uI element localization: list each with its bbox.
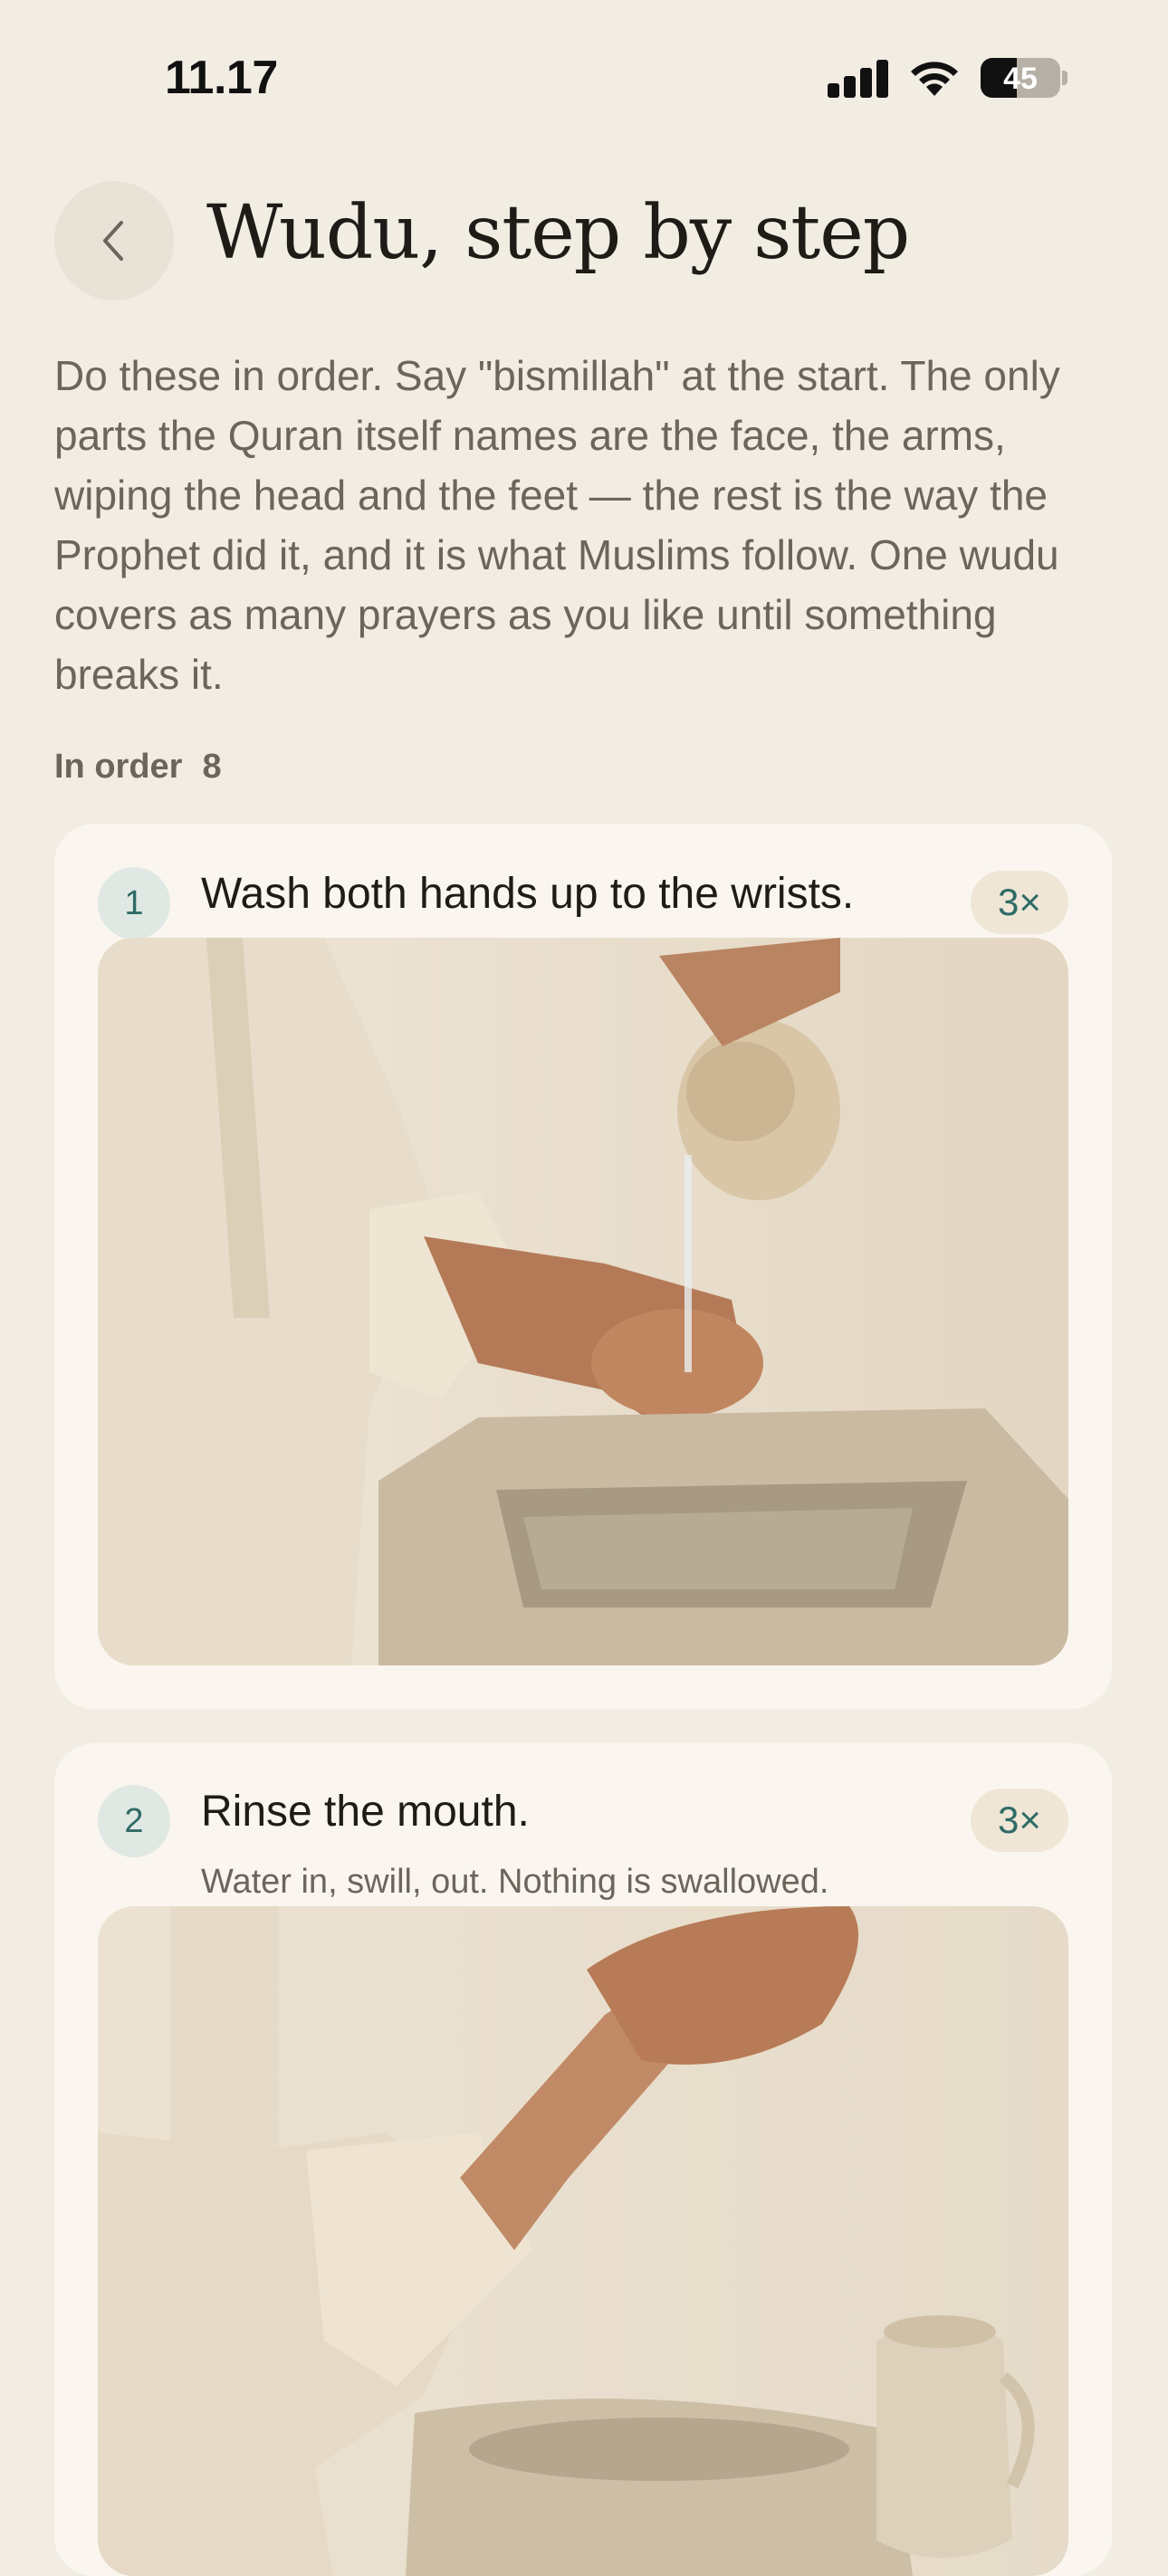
status-bar: 11.17 45 xyxy=(0,0,1168,154)
battery-percent: 45 xyxy=(1003,62,1038,96)
back-button[interactable] xyxy=(54,181,174,301)
battery-icon: 45 xyxy=(981,58,1060,98)
hands-washing-photo xyxy=(98,938,1068,1665)
battery-tip xyxy=(1062,71,1067,85)
step-card[interactable]: 1 Wash both hands up to the wrists. 3× xyxy=(54,824,1112,1709)
step-number-badge: 1 xyxy=(98,867,170,940)
wifi-icon xyxy=(911,62,958,96)
section-label: In order 8 xyxy=(54,748,222,787)
step-number-badge: 2 xyxy=(98,1785,170,1857)
step-title: Rinse the mouth. xyxy=(201,1788,530,1836)
status-time: 11.17 xyxy=(165,52,278,104)
cellular-signal-icon xyxy=(828,60,889,98)
repetitions-badge: 3× xyxy=(971,1789,1068,1852)
step-title: Wash both hands up to the wrists. xyxy=(201,870,855,918)
step-subtitle: Water in, swill, out. Nothing is swallow… xyxy=(201,1863,829,1901)
section-label-text: In order xyxy=(54,748,183,786)
section-count: 8 xyxy=(202,748,222,786)
intro-text: Do these in order. Say "bismillah" at th… xyxy=(54,352,1060,698)
page-title: Wudu, step by step xyxy=(206,190,910,276)
chevron-left-icon xyxy=(103,221,123,261)
cupped-hand-water-photo xyxy=(98,1906,1068,2576)
step-card[interactable]: 2 Rinse the mouth. Water in, swill, out.… xyxy=(54,1743,1112,2576)
repetitions-badge: 3× xyxy=(971,871,1068,934)
